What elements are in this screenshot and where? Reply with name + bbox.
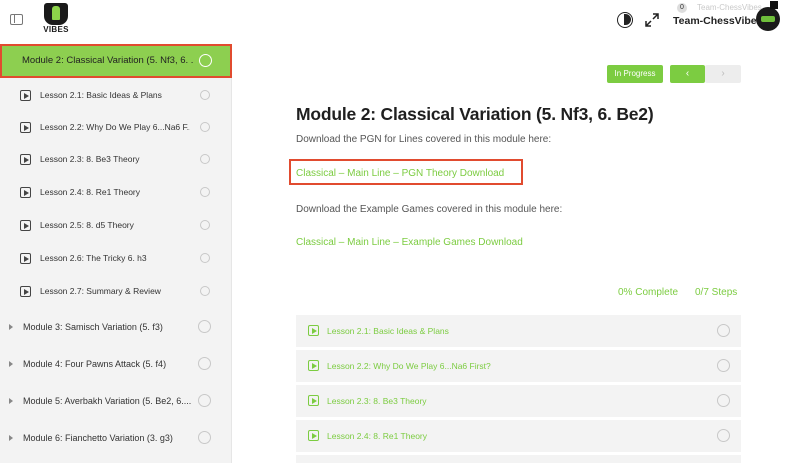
sidebar-module-label: Module 4: Four Pawns Attack (5. f4) <box>23 359 167 369</box>
pgn-description: Download the PGN for Lines covered in th… <box>296 134 552 145</box>
step-status-circle <box>717 429 730 442</box>
sidebar-lesson-label: Lesson 2.6: The Tricky 6. h3 <box>40 253 147 263</box>
module-status-circle <box>198 394 211 407</box>
module-status-circle <box>198 357 211 370</box>
sidebar-module-label: Module 2: Classical Variation (5. Nf3, 6… <box>22 55 194 66</box>
sidebar-module-active[interactable]: Module 2: Classical Variation (5. Nf3, 6… <box>0 44 232 78</box>
status-badge: In Progress <box>607 65 663 83</box>
play-icon <box>308 325 319 336</box>
caret-right-icon <box>9 324 13 330</box>
sidebar-toggle-icon[interactable] <box>10 14 23 25</box>
fullscreen-icon[interactable] <box>644 12 660 28</box>
module-status-circle <box>199 54 212 67</box>
lesson-status-circle <box>200 154 210 164</box>
step-status-circle <box>717 324 730 337</box>
caret-right-icon <box>9 435 13 441</box>
module-status-circle <box>198 320 211 333</box>
logo-crest <box>44 3 68 25</box>
sidebar-lesson-label: Lesson 2.5: 8. d5 Theory <box>40 220 134 230</box>
module-status-circle <box>198 431 211 444</box>
lesson-status-circle <box>200 187 210 197</box>
step-label: Lesson 2.4: 8. Re1 Theory <box>327 431 428 441</box>
avatar[interactable] <box>756 7 780 31</box>
step-row[interactable]: Lesson 2.4: 8. Re1 Theory <box>296 420 741 452</box>
notification-count: 0 <box>677 3 687 13</box>
lesson-status-circle <box>200 122 210 132</box>
logo-text: VIBES <box>43 25 69 34</box>
sidebar-module-label: Module 5: Averbakh Variation (5. Be2, 6.… <box>23 396 192 406</box>
user-name[interactable]: Team-ChessVibes <box>673 15 763 27</box>
step-label: Lesson 2.3: 8. Be3 Theory <box>327 396 427 406</box>
pgn-download-link[interactable]: Classical – Main Line – PGN Theory Downl… <box>296 168 504 179</box>
progress-percent: 0% Complete <box>618 287 679 298</box>
play-icon <box>308 360 319 371</box>
top-bar: VIBES 0 Team-ChessVibes Team-ChessVibes <box>0 0 800 44</box>
caret-right-icon <box>9 398 13 404</box>
step-status-circle <box>717 394 730 407</box>
progress-steps: 0/7 Steps <box>695 287 738 298</box>
sidebar-lesson-label: Lesson 2.3: 8. Be3 Theory <box>40 154 140 164</box>
games-description: Download the Example Games covered in th… <box>296 204 563 215</box>
user-name-faint: Team-ChessVibes <box>697 3 762 12</box>
step-label: Lesson 2.1: Basic Ideas & Plans <box>327 326 449 336</box>
play-icon <box>20 122 31 133</box>
play-icon <box>20 90 31 101</box>
step-row[interactable]: Lesson 2.1: Basic Ideas & Plans <box>296 315 741 347</box>
play-icon <box>308 430 319 441</box>
play-icon <box>20 286 31 297</box>
step-label: Lesson 2.2: Why Do We Play 6...Na6 First… <box>327 361 491 371</box>
caret-right-icon <box>9 361 13 367</box>
logo[interactable]: VIBES <box>40 3 72 37</box>
play-icon <box>20 187 31 198</box>
sidebar-module-label: Module 3: Samisch Variation (5. f3) <box>23 322 163 332</box>
play-icon <box>20 220 31 231</box>
step-row[interactable]: Lesson 2.2: Why Do We Play 6...Na6 First… <box>296 350 741 382</box>
play-icon <box>20 154 31 165</box>
step-status-circle <box>717 359 730 372</box>
sidebar-lesson-label: Lesson 2.2: Why Do We Play 6...Na6 F... <box>40 122 190 132</box>
sidebar-lesson-label: Lesson 2.7: Summary & Review <box>40 286 161 296</box>
play-icon <box>308 395 319 406</box>
play-icon <box>20 253 31 264</box>
step-row <box>296 455 741 463</box>
lesson-status-circle <box>200 90 210 100</box>
page-title: Module 2: Classical Variation (5. Nf3, 6… <box>296 104 654 124</box>
previous-button[interactable]: ‹ <box>670 65 705 83</box>
lesson-status-circle <box>200 286 210 296</box>
sidebar-lesson-label: Lesson 2.1: Basic Ideas & Plans <box>40 90 162 100</box>
games-download-link[interactable]: Classical – Main Line – Example Games Do… <box>296 237 523 248</box>
dark-mode-icon[interactable] <box>617 12 633 28</box>
step-row[interactable]: Lesson 2.3: 8. Be3 Theory <box>296 385 741 417</box>
lesson-status-circle <box>200 220 210 230</box>
next-button[interactable]: › <box>705 65 741 83</box>
course-sidebar: Module 2: Classical Variation (5. Nf3, 6… <box>0 44 232 463</box>
avatar-badge-icon <box>770 1 778 9</box>
lesson-status-circle <box>200 253 210 263</box>
sidebar-lesson-label: Lesson 2.4: 8. Re1 Theory <box>40 187 141 197</box>
sidebar-module-label: Module 6: Fianchetto Variation (3. g3) <box>23 433 173 443</box>
